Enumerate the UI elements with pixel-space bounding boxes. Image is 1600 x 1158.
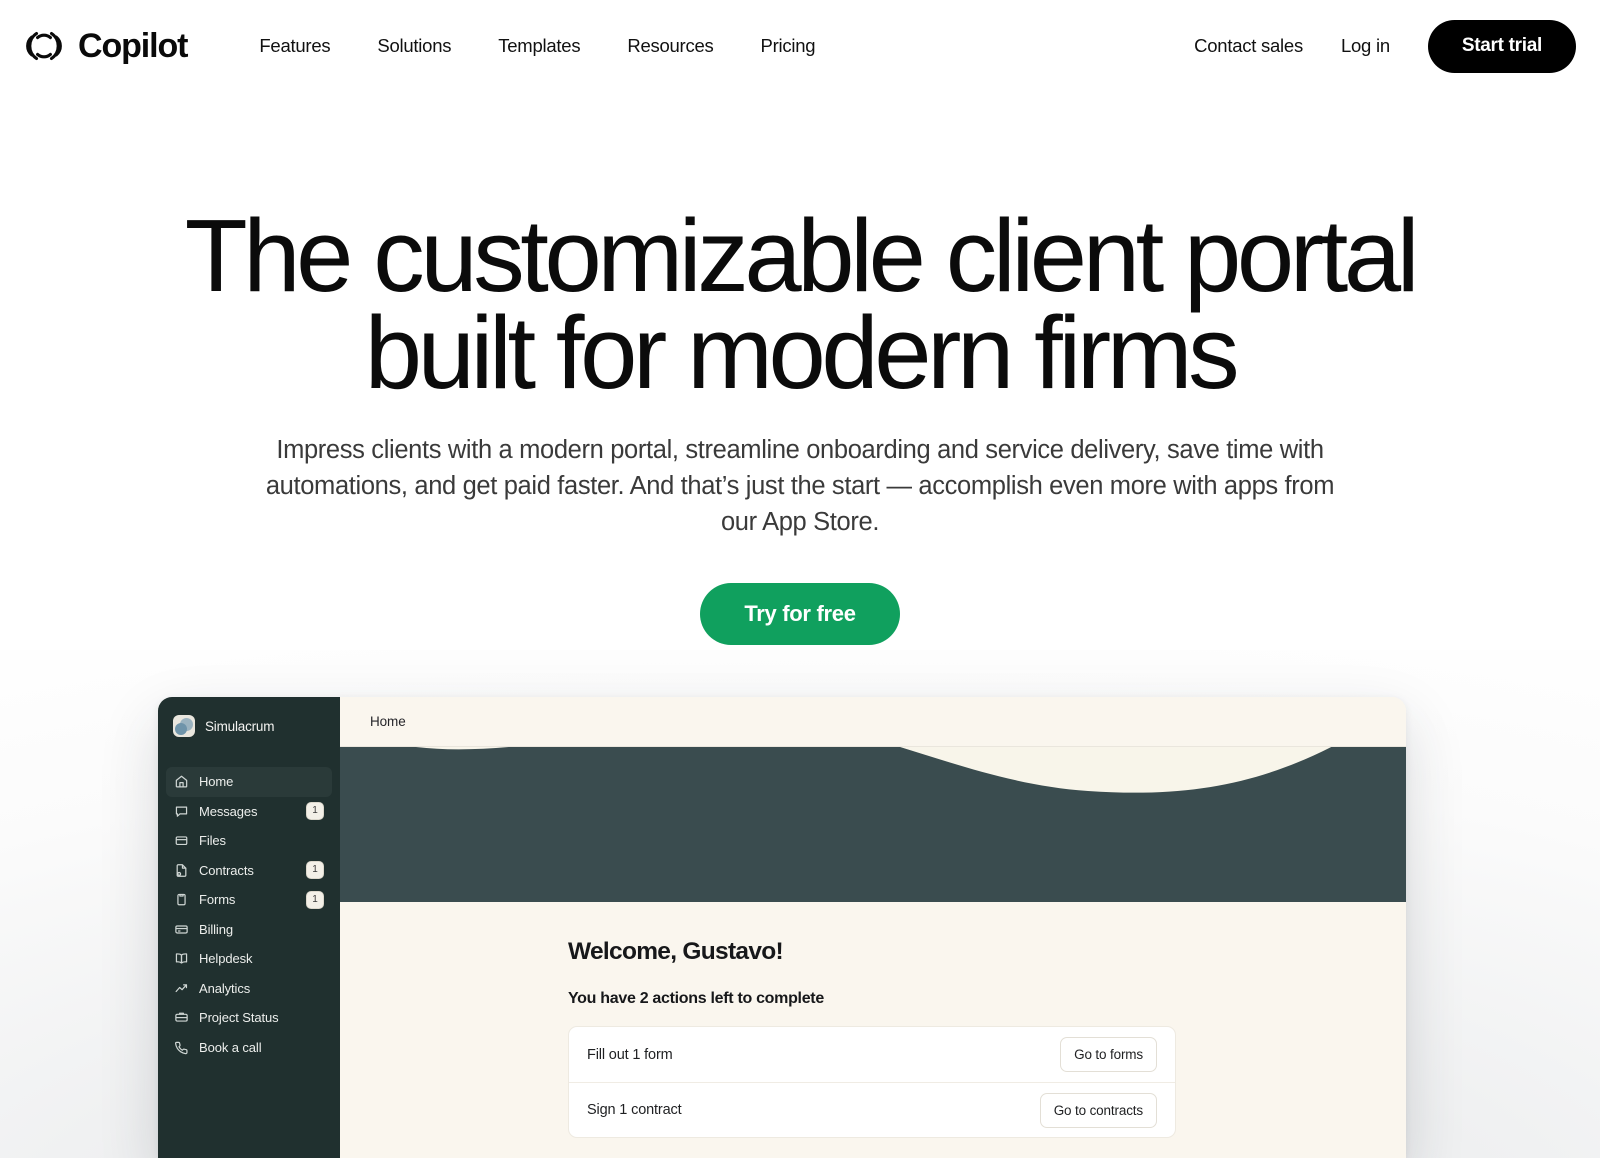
product-screenshot: Simulacrum Home Messages 1 Files Contrac…	[158, 697, 1406, 1158]
app-content: Welcome, Gustavo! You have 2 actions lef…	[340, 902, 1406, 1158]
brand-name: Copilot	[78, 26, 188, 65]
sidebar-item-home[interactable]: Home	[166, 767, 332, 797]
hero-subtitle: Impress clients with a modern portal, st…	[265, 435, 1335, 537]
trend-icon	[174, 981, 189, 996]
sidebar-item-analytics[interactable]: Analytics	[166, 974, 332, 1004]
log-in-link[interactable]: Log in	[1341, 35, 1390, 57]
status-badge: 1	[306, 890, 324, 909]
sidebar-item-label: Contracts	[199, 862, 254, 878]
contract-icon	[174, 863, 189, 878]
nav-link-features[interactable]: Features	[259, 35, 330, 57]
sidebar-item-files[interactable]: Files	[166, 826, 332, 856]
sidebar-item-forms[interactable]: Forms 1	[166, 885, 332, 915]
sidebar-item-helpdesk[interactable]: Helpdesk	[166, 944, 332, 974]
try-for-free-button[interactable]: Try for free	[700, 583, 900, 646]
concentric-arcs-logo-icon	[22, 24, 66, 68]
hero-cta-wrapper: Try for free	[0, 583, 1600, 646]
action-label: Fill out 1 form	[587, 1046, 673, 1063]
start-trial-button[interactable]: Start trial	[1427, 19, 1576, 73]
brand-logo[interactable]: Copilot	[22, 24, 188, 68]
top-navigation-bar: Copilot Features Solutions Templates Res…	[0, 0, 1600, 92]
folder-icon	[174, 833, 189, 848]
sidebar-item-label: Helpdesk	[199, 951, 253, 967]
sidebar-item-label: Billing	[199, 921, 233, 937]
nav-link-pricing[interactable]: Pricing	[761, 35, 816, 57]
contact-sales-link[interactable]: Contact sales	[1194, 35, 1303, 57]
go-to-forms-button[interactable]: Go to forms	[1060, 1037, 1157, 1072]
clipboard-icon	[174, 892, 189, 907]
sidebar-item-messages[interactable]: Messages 1	[166, 797, 332, 827]
sidebar-item-billing[interactable]: Billing	[166, 915, 332, 945]
nav-link-resources[interactable]: Resources	[627, 35, 713, 57]
hero-section: The customizable client portal built for…	[0, 0, 1600, 646]
sidebar-item-label: Book a call	[199, 1039, 262, 1055]
app-sidebar-nav: Home Messages 1 Files Contracts 1 Forms …	[158, 767, 340, 1062]
book-icon	[174, 951, 189, 966]
action-label: Sign 1 contract	[587, 1102, 682, 1118]
sidebar-item-label: Project Status	[199, 1010, 279, 1026]
go-to-contracts-button[interactable]: Go to contracts	[1039, 1092, 1157, 1128]
nav-link-solutions[interactable]: Solutions	[377, 35, 451, 57]
status-badge: 1	[306, 861, 324, 880]
sidebar-item-contracts[interactable]: Contracts 1	[166, 856, 332, 886]
message-icon	[174, 804, 189, 819]
card-icon	[174, 922, 189, 937]
welcome-heading: Welcome, Gustavo!	[568, 938, 784, 965]
home-icon	[174, 774, 189, 789]
phone-icon	[174, 1040, 189, 1055]
app-workspace[interactable]: Simulacrum	[158, 697, 340, 737]
nav-actions: Contact sales Log in Start trial	[1194, 19, 1576, 73]
wave-banner-image	[340, 747, 1406, 902]
workspace-avatar	[173, 715, 195, 737]
sidebar-item-book-a-call[interactable]: Book a call	[166, 1033, 332, 1063]
briefcase-icon	[174, 1010, 189, 1025]
workspace-name: Simulacrum	[205, 718, 275, 734]
actions-card: Fill out 1 form Go to forms Sign 1 contr…	[568, 1026, 1176, 1138]
status-badge: 1	[306, 802, 324, 821]
sidebar-item-label: Analytics	[199, 980, 251, 996]
action-row-form: Fill out 1 form Go to forms	[569, 1027, 1175, 1082]
sidebar-item-label: Home	[199, 774, 234, 790]
actions-heading: You have 2 actions left to complete	[568, 990, 824, 1007]
sidebar-item-project-status[interactable]: Project Status	[166, 1003, 332, 1033]
app-topbar: Home	[340, 697, 1406, 747]
sidebar-item-label: Forms	[199, 892, 236, 908]
action-row-contract: Sign 1 contract Go to contracts	[569, 1082, 1175, 1137]
landing-page: Copilot Features Solutions Templates Res…	[0, 0, 1600, 1158]
nav-link-templates[interactable]: Templates	[498, 35, 580, 57]
sidebar-item-label: Files	[199, 833, 226, 849]
breadcrumb: Home	[370, 714, 406, 729]
app-sidebar: Simulacrum Home Messages 1 Files Contrac…	[158, 697, 340, 1158]
sidebar-item-label: Messages	[199, 803, 258, 819]
nav-links: Features Solutions Templates Resources P…	[259, 35, 815, 57]
page-title: The customizable client portal built for…	[184, 198, 1420, 410]
app-main-area: Home Welcome, Gustavo! You have 2 action…	[340, 697, 1406, 1158]
